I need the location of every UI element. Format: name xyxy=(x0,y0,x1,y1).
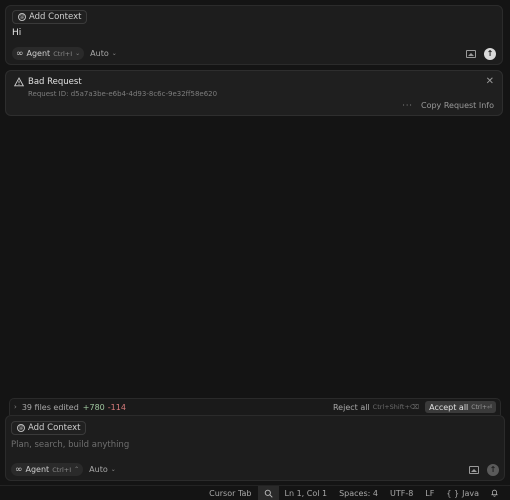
add-context-button[interactable]: @ Add Context xyxy=(12,10,88,24)
composer-tools: ↑ xyxy=(469,464,499,476)
mode-row: ∞ Agent Ctrl+I ⌄ Auto ⌄ xyxy=(12,47,117,60)
language-mode[interactable]: { } Java xyxy=(440,486,485,500)
message-text: Hi xyxy=(12,28,22,38)
close-icon[interactable]: ✕ xyxy=(486,76,494,87)
agent-label: Agent xyxy=(25,465,50,474)
model-label: Auto xyxy=(90,49,109,58)
chat-input-composer[interactable]: @ Add Context Plan, search, build anythi… xyxy=(5,415,505,481)
add-context-label: Add Context xyxy=(28,423,81,433)
error-card: Bad Request Request ID: d5a7a3be-e6b4-4d… xyxy=(5,70,503,116)
agent-shortcut: Ctrl+I xyxy=(52,465,72,474)
bell-icon xyxy=(491,489,498,497)
encoding[interactable]: UTF-8 xyxy=(384,486,419,500)
notifications-button[interactable] xyxy=(485,486,504,500)
chat-input[interactable]: Plan, search, build anything xyxy=(11,440,129,450)
zoom-icon[interactable] xyxy=(257,485,279,500)
model-label: Auto xyxy=(89,465,108,474)
at-icon: @ xyxy=(18,13,26,21)
infinity-icon: ∞ xyxy=(15,464,23,475)
chevron-down-icon: ⌄ xyxy=(75,50,81,57)
composer-tools: ↑ xyxy=(466,48,496,60)
agent-label: Agent xyxy=(26,49,51,58)
chevron-right-icon[interactable]: › xyxy=(14,403,17,411)
model-dropdown[interactable]: Auto ⌄ xyxy=(90,49,117,58)
indentation[interactable]: Spaces: 4 xyxy=(333,486,384,500)
copy-request-info-button[interactable]: Copy Request Info xyxy=(421,101,494,110)
reject-shortcut: Ctrl+Shift+⌫ xyxy=(372,403,420,411)
files-edited-summary[interactable]: 39 files edited xyxy=(22,403,79,412)
accept-all-button[interactable]: Accept all Ctrl+⏎ xyxy=(425,401,496,413)
lines-added: +780 xyxy=(82,402,105,412)
cursor-position[interactable]: Ln 1, Col 1 xyxy=(279,486,334,500)
accept-shortcut: Ctrl+⏎ xyxy=(471,403,492,411)
send-button[interactable]: ↑ xyxy=(487,464,499,476)
braces-icon: { } xyxy=(446,488,460,498)
accept-all-label: Accept all xyxy=(429,402,469,412)
add-context-button[interactable]: @ Add Context xyxy=(11,421,87,435)
more-options-icon[interactable]: ··· xyxy=(402,101,413,110)
sent-message-composer[interactable]: @ Add Context Hi ∞ Agent Ctrl+I ⌄ Auto ⌄… xyxy=(5,5,503,65)
lines-removed: -114 xyxy=(107,402,126,412)
model-dropdown[interactable]: Auto ⌄ xyxy=(89,465,116,474)
status-bar: Cursor Tab Ln 1, Col 1 Spaces: 4 UTF-8 L… xyxy=(0,485,510,500)
chevron-down-icon: ⌄ xyxy=(110,466,116,473)
add-context-label: Add Context xyxy=(29,12,82,22)
cursor-tab-status[interactable]: Cursor Tab xyxy=(203,486,257,500)
agent-shortcut: Ctrl+I xyxy=(53,49,73,58)
line-ending[interactable]: LF xyxy=(419,486,440,500)
chat-panel: @ Add Context Hi ∞ Agent Ctrl+I ⌄ Auto ⌄… xyxy=(0,0,510,500)
error-title: Bad Request xyxy=(28,77,82,87)
chevron-down-icon: ⌄ xyxy=(111,50,117,57)
send-button[interactable]: ↑ xyxy=(484,48,496,60)
edited-files-bar: › 39 files edited +780 -114 Reject all C… xyxy=(9,398,501,415)
language-label: Java xyxy=(462,488,479,498)
reject-all-button[interactable]: Reject all xyxy=(333,403,370,412)
infinity-icon: ∞ xyxy=(16,48,24,59)
agent-mode-dropdown[interactable]: ∞ Agent Ctrl+I ⌄ xyxy=(12,47,85,60)
search-icon xyxy=(264,489,273,498)
chevron-up-icon: ⌃ xyxy=(74,466,80,473)
warning-icon xyxy=(14,77,24,87)
at-icon: @ xyxy=(17,424,25,432)
request-id: Request ID: d5a7a3be-e6b4-4d93-8c6c-9e32… xyxy=(28,90,218,98)
image-icon[interactable] xyxy=(466,50,476,58)
agent-mode-dropdown[interactable]: ∞ Agent Ctrl+I ⌃ xyxy=(11,463,84,476)
image-icon[interactable] xyxy=(469,466,479,474)
error-actions: ··· Copy Request Info xyxy=(402,101,494,110)
mode-row: ∞ Agent Ctrl+I ⌃ Auto ⌄ xyxy=(11,463,116,476)
